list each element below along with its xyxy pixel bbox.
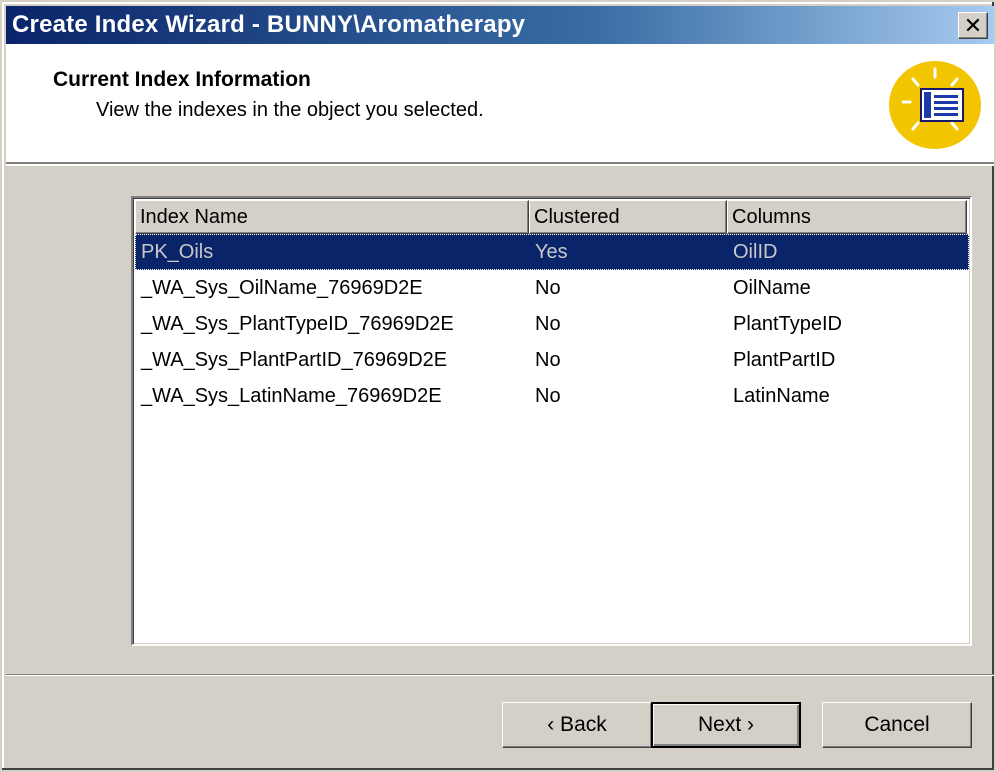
close-button[interactable]: ✕: [958, 12, 988, 39]
column-header-index-name[interactable]: Index Name: [135, 200, 529, 234]
clustered-cell: No: [535, 276, 561, 299]
cancel-button[interactable]: Cancel: [822, 702, 972, 748]
clustered-cell: No: [535, 348, 561, 371]
index-name-cell: PK_Oils: [141, 240, 214, 263]
index-wizard-icon: [889, 61, 981, 149]
wizard-header: Current Index Information View the index…: [6, 44, 994, 166]
next-button[interactable]: Next ›: [651, 702, 801, 748]
columns-cell: PlantTypeID: [733, 312, 842, 335]
title-bar[interactable]: Create Index Wizard - BUNNY\Aromatherapy…: [6, 6, 994, 44]
column-header-clustered[interactable]: Clustered: [529, 200, 727, 234]
index-name-cell: _WA_Sys_OilName_76969D2E: [141, 276, 423, 299]
index-name-cell: _WA_Sys_LatinName_76969D2E: [141, 384, 442, 407]
index-name-cell: _WA_Sys_PlantTypeID_76969D2E: [141, 312, 454, 335]
clustered-cell: No: [535, 312, 561, 335]
page-subtitle: View the indexes in the object you selec…: [96, 99, 484, 121]
close-icon: ✕: [963, 12, 983, 38]
table-row[interactable]: _WA_Sys_OilName_76969D2E No OilName: [135, 270, 969, 306]
table-row[interactable]: _WA_Sys_LatinName_76969D2E No LatinName: [135, 378, 969, 414]
list-header: Index Name Clustered Columns: [135, 200, 967, 234]
columns-cell: PlantPartID: [733, 348, 836, 371]
list-rows: PK_Oils Yes OilID _WA_Sys_OilName_76969D…: [135, 234, 969, 414]
clustered-cell: No: [535, 384, 561, 407]
button-separator: [6, 674, 994, 676]
columns-cell: OilID: [733, 240, 778, 263]
back-button[interactable]: ‹ Back: [502, 702, 652, 748]
table-row[interactable]: _WA_Sys_PlantTypeID_76969D2E No PlantTyp…: [135, 306, 969, 342]
clustered-cell: Yes: [535, 240, 568, 263]
page-title: Current Index Information: [53, 68, 311, 91]
wizard-window: Create Index Wizard - BUNNY\Aromatherapy…: [0, 0, 996, 772]
index-list[interactable]: Index Name Clustered Columns PK_Oils Yes…: [131, 196, 972, 646]
window-title: Create Index Wizard - BUNNY\Aromatherapy: [12, 11, 526, 38]
columns-cell: OilName: [733, 276, 811, 299]
index-name-cell: _WA_Sys_PlantPartID_76969D2E: [141, 348, 448, 371]
table-row[interactable]: PK_Oils Yes OilID: [135, 234, 969, 270]
columns-cell: LatinName: [733, 384, 830, 407]
column-header-columns[interactable]: Columns: [727, 200, 967, 234]
table-row[interactable]: _WA_Sys_PlantPartID_76969D2E No PlantPar…: [135, 342, 969, 378]
